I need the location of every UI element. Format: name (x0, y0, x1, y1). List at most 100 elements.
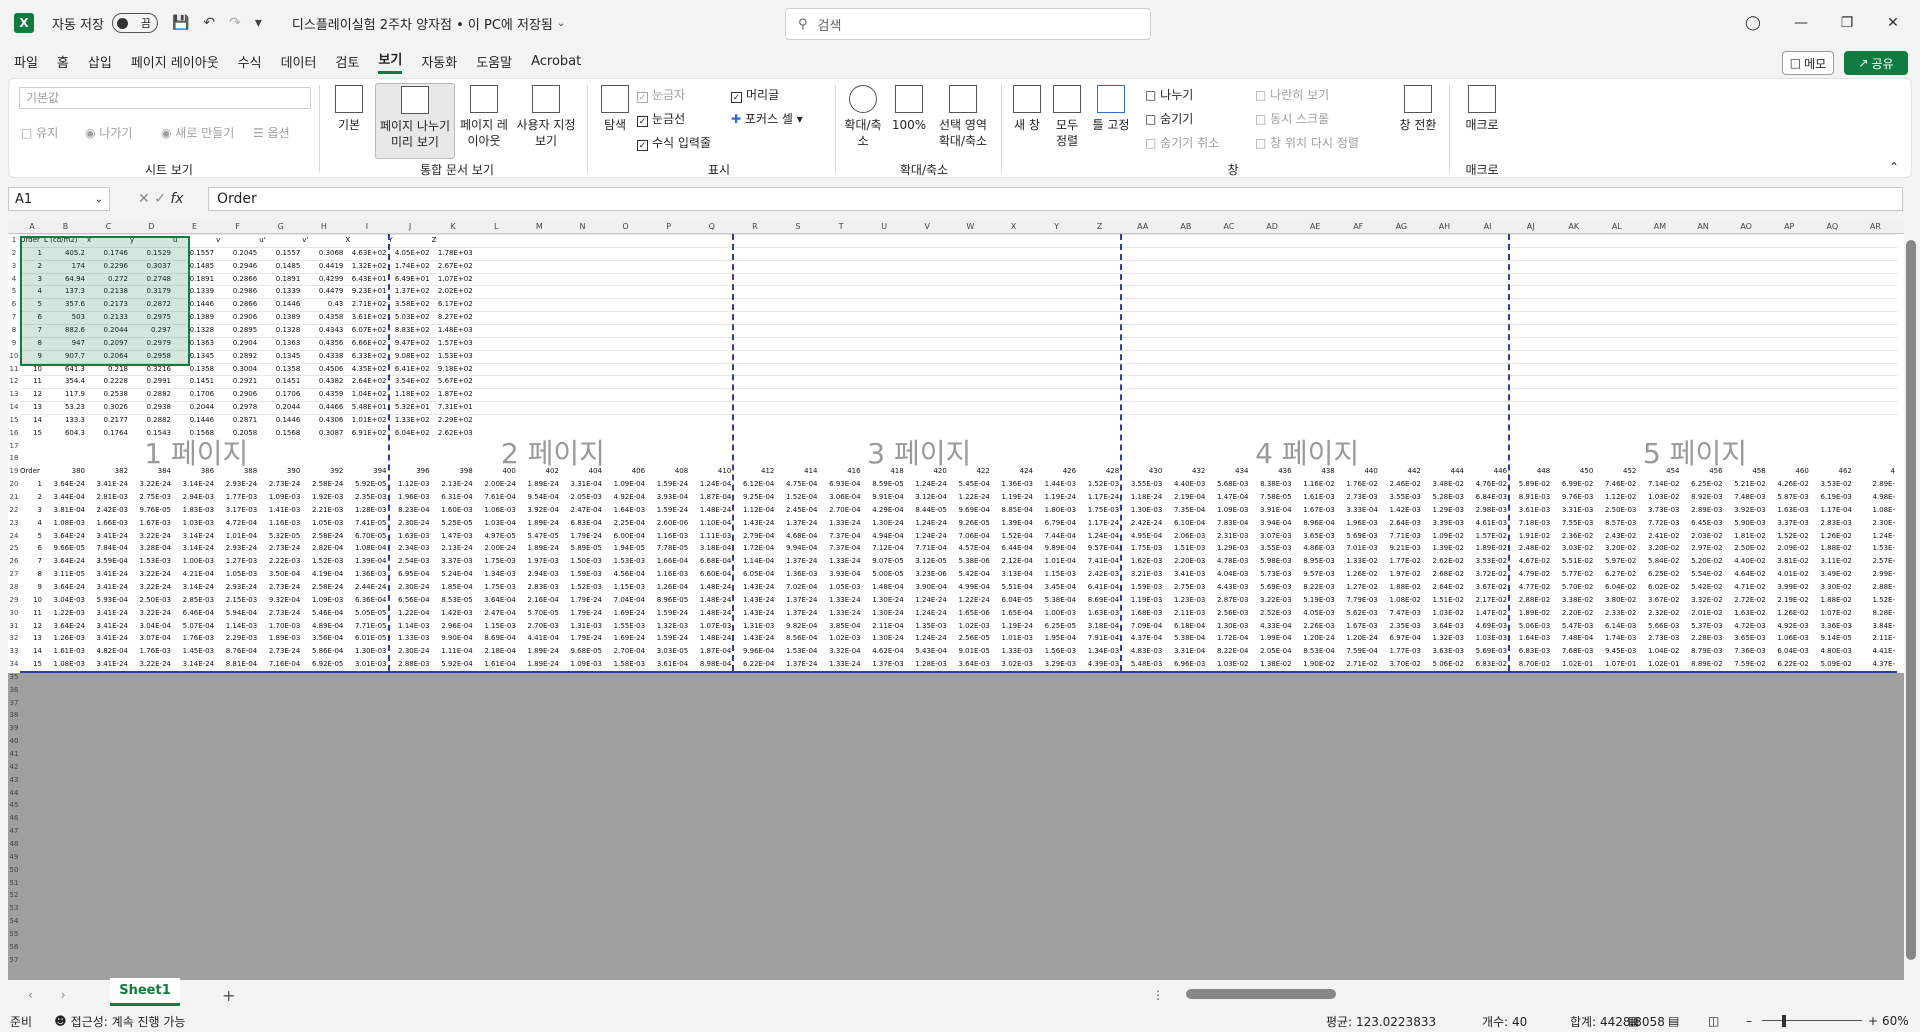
table-cell[interactable]: 3.03E-05 (647, 645, 688, 657)
table-cell[interactable]: 1.66E-03 (87, 517, 128, 529)
table-cell[interactable]: 1.42E-03 (1380, 504, 1420, 516)
table-cell[interactable]: 3.41E-24 (87, 658, 128, 670)
row-header-33[interactable]: 33 (8, 645, 20, 657)
table-cell[interactable]: 3 (20, 504, 42, 516)
table-cell[interactable]: 1.33E+02 (389, 414, 430, 426)
table-cell[interactable]: 1.37E-24 (776, 607, 817, 619)
table-cell[interactable]: 0.4419 (302, 260, 344, 272)
table-cell[interactable]: 5.62E-03 (1337, 607, 1377, 619)
tab-acrobat[interactable]: Acrobat (531, 54, 581, 69)
table-cell[interactable]: 0.2538 (87, 388, 129, 400)
header-cell[interactable]: 412 (733, 465, 774, 477)
row-header-22[interactable]: 22 (8, 504, 20, 516)
table-cell[interactable]: 0.2921 (216, 375, 258, 387)
table-cell[interactable]: 1.58E-03 (604, 658, 645, 670)
table-cell[interactable]: 1.81E-02 (1725, 530, 1765, 542)
table-cell[interactable]: 2.30E-24 (389, 517, 429, 529)
table-cell[interactable]: 2.30E-24 (389, 581, 429, 593)
table-cell[interactable]: 3.70E-02 (1380, 658, 1420, 670)
table-cell[interactable]: 2.18E-04 (475, 645, 515, 657)
table-cell[interactable]: 4.63E+02 (345, 247, 387, 259)
table-cell[interactable]: 1.08E-04 (345, 542, 386, 554)
table-cell[interactable]: 6.10E-04 (1164, 517, 1205, 529)
table-cell[interactable]: 1.48E-24 (690, 632, 731, 644)
table-cell[interactable]: 7.78E-05 (647, 542, 688, 554)
table-cell[interactable]: 2.13E-24 (432, 478, 472, 490)
table-cell[interactable]: 6.12E-04 (733, 478, 774, 490)
table-cell[interactable]: 3.67E-02 (1638, 594, 1679, 606)
column-header-k[interactable]: K (432, 221, 475, 233)
table-cell[interactable]: 9.57E-04 (1078, 542, 1119, 554)
table-cell[interactable]: 1.43E-24 (733, 594, 774, 606)
header-cell[interactable]: 430 (1121, 465, 1162, 477)
table-cell[interactable]: 0.2882 (130, 414, 172, 426)
row-header-32[interactable]: 32 (8, 632, 20, 644)
table-cell[interactable]: 2.96E-04 (432, 620, 472, 632)
table-cell[interactable]: 3.93E-04 (647, 491, 688, 503)
table-cell[interactable]: 3.11E-02 (1811, 555, 1851, 567)
table-cell[interactable]: 3.99E-02 (1768, 581, 1808, 593)
table-cell[interactable]: 0.1345 (259, 350, 301, 362)
scroll-right-icon[interactable]: › (61, 988, 66, 1002)
table-cell[interactable]: 4.98E- (1854, 491, 1895, 503)
table-cell[interactable]: 4.05E-03 (1294, 607, 1334, 619)
table-cell[interactable]: 1.22E-03 (44, 607, 85, 619)
table-cell[interactable]: 2.70E-04 (604, 645, 645, 657)
table-cell[interactable]: 3.39E-03 (1423, 517, 1464, 529)
column-header-j[interactable]: J (389, 221, 432, 233)
table-cell[interactable]: 1.88E-02 (1380, 581, 1420, 593)
table-cell[interactable]: 4.29E-04 (863, 504, 903, 516)
table-cell[interactable]: 4.40E-03 (1164, 478, 1205, 490)
table-cell[interactable]: 13 (20, 401, 42, 413)
table-cell[interactable]: 7.68E-03 (1552, 645, 1593, 657)
table-cell[interactable]: 5.00E-05 (863, 568, 903, 580)
table-cell[interactable]: 2.35E-03 (345, 491, 386, 503)
page-break-view-icon[interactable]: ◫ (1708, 1014, 1719, 1028)
zoom-in-icon[interactable]: + (1868, 1014, 1878, 1028)
table-cell[interactable]: 0.2882 (130, 388, 172, 400)
table-cell[interactable]: 5.54E-02 (1682, 568, 1722, 580)
table-cell[interactable]: 7.01E-03 (1337, 542, 1377, 554)
table-cell[interactable]: 1.53E+03 (432, 350, 473, 362)
table-cell[interactable]: 4.75E-04 (776, 478, 817, 490)
table-cell[interactable]: 7.47E-03 (1380, 607, 1420, 619)
row-header-34[interactable]: 34 (8, 658, 20, 670)
table-cell[interactable]: 1.23E-03 (1164, 594, 1205, 606)
table-cell[interactable]: 1.88E-02 (1811, 594, 1851, 606)
table-cell[interactable]: 2.71E+02 (345, 298, 387, 310)
table-cell[interactable]: 2.29E-03 (216, 632, 257, 644)
table-cell[interactable]: 2.45E-04 (776, 504, 817, 516)
column-header-m[interactable]: M (518, 221, 561, 233)
table-cell[interactable]: 4.78E-03 (1207, 555, 1248, 567)
table-cell[interactable]: 12 (20, 620, 42, 632)
table-cell[interactable]: 1.88E-02 (1811, 542, 1851, 554)
table-cell[interactable]: 7.31E+01 (432, 401, 473, 413)
table-cell[interactable]: 5.93E-04 (87, 594, 128, 606)
table-cell[interactable]: 6.84E-03 (1466, 491, 1507, 503)
header-cell[interactable]: Y (389, 234, 430, 246)
table-cell[interactable]: 5.51E-02 (1552, 555, 1593, 567)
table-cell[interactable]: 4.89E-04 (302, 620, 343, 632)
table-cell[interactable]: 8.53E-04 (1294, 645, 1334, 657)
column-header-y[interactable]: Y (1035, 221, 1078, 233)
table-cell[interactable]: 0.2938 (130, 401, 172, 413)
table-cell[interactable]: 1.26E-03 (44, 632, 85, 644)
table-cell[interactable]: 9.68E-05 (561, 645, 602, 657)
table-cell[interactable]: 7.71E-05 (345, 620, 386, 632)
table-cell[interactable]: 3.22E-03 (1251, 594, 1291, 606)
table-cell[interactable]: 8.98E-04 (690, 658, 731, 670)
table-cell[interactable]: 2.48E-02 (1509, 542, 1550, 554)
table-cell[interactable]: 1.52E-04 (776, 491, 817, 503)
table-cell[interactable]: 4.01E-02 (1768, 568, 1808, 580)
table-cell[interactable]: 3.37E-03 (432, 555, 472, 567)
table-cell[interactable]: 3.61E-04 (647, 658, 688, 670)
table-cell[interactable]: 1.08E-03 (44, 517, 85, 529)
table-cell[interactable]: 4.92E-03 (1768, 620, 1808, 632)
table-cell[interactable]: 7.91E-04 (1078, 632, 1119, 644)
table-cell[interactable]: 2.56E-03 (1207, 607, 1248, 619)
table-cell[interactable]: 5.24E-04 (432, 568, 472, 580)
table-cell[interactable]: 6.91E+02 (345, 427, 387, 439)
table-cell[interactable]: 0.1446 (173, 414, 215, 426)
table-cell[interactable]: 3.41E-24 (87, 530, 128, 542)
table-cell[interactable]: 2.72E-02 (1725, 594, 1765, 606)
